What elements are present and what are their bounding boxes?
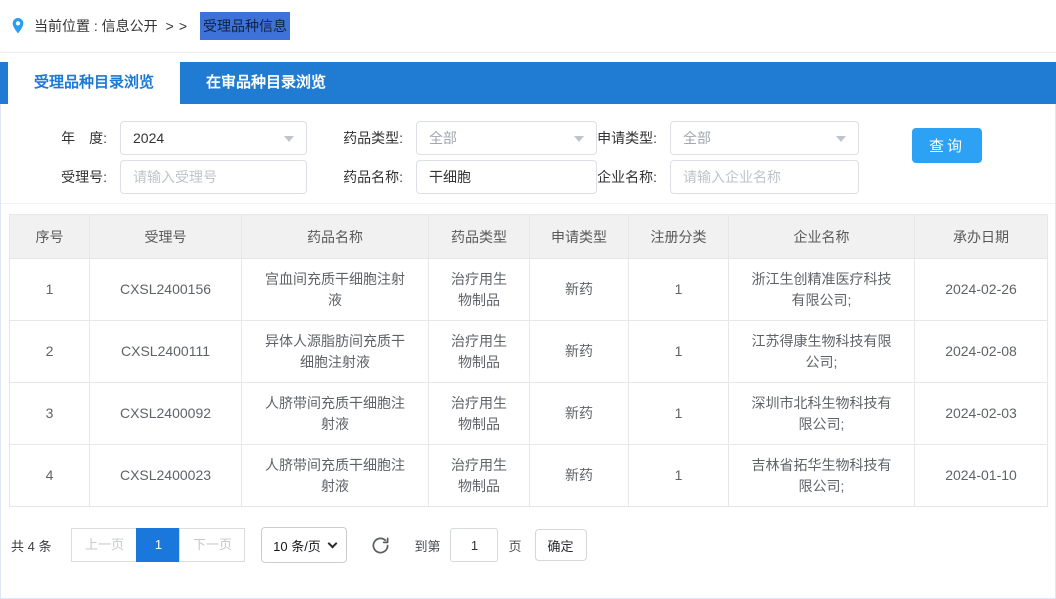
goto-page-label: 到第 — [414, 536, 440, 555]
apply-type-select-value: 全部 — [683, 128, 711, 148]
table-cell: 治疗用生物制品 — [429, 321, 530, 383]
year-select-value: 2024 — [133, 130, 164, 146]
table-header-cell: 受理号 — [90, 215, 242, 259]
page-size-select[interactable]: 10 条/页 — [261, 527, 347, 563]
table-cell: 1 — [629, 383, 729, 445]
breadcrumb-separator: >> — [166, 18, 192, 34]
table-cell: 1 — [10, 259, 90, 321]
page-size-value: 10 条/页 — [273, 536, 321, 555]
table-cell: 新药 — [530, 259, 629, 321]
table-body: 1CXSL2400156宫血间充质干细胞注射液治疗用生物制品新药1浙江生创精准医… — [10, 259, 1048, 507]
content-panel: 年 度: 2024 药品类型: 全部 申请类型: 全部 — [0, 104, 1056, 599]
table-row: 2CXSL2400111异体人源脂肪间充质干细胞注射液治疗用生物制品新药1江苏得… — [10, 321, 1048, 383]
table-cell: 3 — [10, 383, 90, 445]
table-header-row: 序号受理号药品名称药品类型申请类型注册分类企业名称承办日期 — [10, 215, 1048, 259]
table-cell: 2024-02-03 — [915, 383, 1048, 445]
table-cell: 治疗用生物制品 — [429, 383, 530, 445]
table-header-cell: 序号 — [10, 215, 90, 259]
table-header-cell: 申请类型 — [530, 215, 629, 259]
refresh-icon[interactable] — [371, 536, 390, 555]
table-cell: 1 — [629, 445, 729, 507]
goto-page-unit: 页 — [508, 536, 521, 555]
table-cell: 4 — [10, 445, 90, 507]
table-row: 4CXSL2400023人脐带间充质干细胞注射液治疗用生物制品新药1吉林省拓华生… — [10, 445, 1048, 507]
tab-under-review-catalog[interactable]: 在审品种目录浏览 — [180, 62, 352, 104]
chevron-down-icon — [574, 136, 584, 147]
table-cell: 江苏得康生物科技有限公司; — [729, 321, 915, 383]
total-count: 共 4 条 — [11, 536, 51, 555]
chevron-down-icon — [836, 136, 846, 147]
table-cell: CXSL2400156 — [90, 259, 242, 321]
year-label: 年 度: — [41, 128, 107, 148]
table-cell: 2024-02-26 — [915, 259, 1048, 321]
apply-type-select[interactable]: 全部 — [670, 121, 859, 155]
drug-type-select-value: 全部 — [429, 128, 457, 148]
table-row: 3CXSL2400092人脐带间充质干细胞注射液治疗用生物制品新药1深圳市北科生… — [10, 383, 1048, 445]
table-cell: 浙江生创精准医疗科技有限公司; — [729, 259, 915, 321]
chevron-down-icon — [327, 538, 337, 548]
table-cell: 2024-02-08 — [915, 321, 1048, 383]
table-cell: 吉林省拓华生物科技有限公司; — [729, 445, 915, 507]
accept-no-input[interactable] — [120, 160, 307, 194]
table-cell: 人脐带间充质干细胞注射液 — [242, 383, 429, 445]
page-number-button[interactable]: 1 — [136, 528, 180, 562]
table-cell: 新药 — [530, 445, 629, 507]
goto-page-input[interactable] — [450, 528, 498, 562]
confirm-button[interactable]: 确定 — [535, 529, 587, 561]
table-cell: 2 — [10, 321, 90, 383]
table-cell: 异体人源脂肪间充质干细胞注射液 — [242, 321, 429, 383]
drug-type-label: 药品类型: — [339, 128, 403, 148]
filter-panel: 年 度: 2024 药品类型: 全部 申请类型: 全部 — [1, 104, 1055, 204]
breadcrumb: 当前位置 : 信息公开 >> 受理品种信息 — [0, 0, 1056, 53]
table-cell: 新药 — [530, 383, 629, 445]
table-cell: 1 — [629, 321, 729, 383]
table-cell: CXSL2400111 — [90, 321, 242, 383]
breadcrumb-prefix: 当前位置 : — [34, 16, 98, 36]
next-page-button[interactable]: 下一页 — [179, 528, 245, 562]
table-cell: 治疗用生物制品 — [429, 259, 530, 321]
table-header-cell: 药品类型 — [429, 215, 530, 259]
prev-page-button[interactable]: 上一页 — [71, 528, 137, 562]
tab-bar: 受理品种目录浏览 在审品种目录浏览 — [0, 62, 1056, 104]
pagination-bar: 共 4 条 上一页 1 下一页 10 条/页 到第 页 确定 — [11, 527, 1055, 563]
drug-type-select[interactable]: 全部 — [416, 121, 597, 155]
breadcrumb-current: 受理品种信息 — [200, 12, 290, 40]
apply-type-label: 申请类型: — [593, 128, 657, 148]
drug-name-input[interactable] — [416, 160, 597, 194]
company-label: 企业名称: — [593, 167, 657, 187]
table-cell: 人脐带间充质干细胞注射液 — [242, 445, 429, 507]
chevron-down-icon — [284, 136, 294, 147]
table-header-cell: 承办日期 — [915, 215, 1048, 259]
table-header-cell: 药品名称 — [242, 215, 429, 259]
table-cell: CXSL2400092 — [90, 383, 242, 445]
search-button[interactable]: 查询 — [912, 128, 982, 163]
company-input[interactable] — [670, 160, 859, 194]
table-cell: 治疗用生物制品 — [429, 445, 530, 507]
table-cell: 1 — [629, 259, 729, 321]
breadcrumb-parent-link[interactable]: 信息公开 — [102, 16, 158, 36]
table-header-cell: 注册分类 — [629, 215, 729, 259]
accept-no-label: 受理号: — [41, 167, 107, 187]
table-cell: CXSL2400023 — [90, 445, 242, 507]
pager: 上一页 1 下一页 — [71, 528, 245, 562]
tab-accepted-catalog[interactable]: 受理品种目录浏览 — [8, 62, 180, 104]
table-cell: 深圳市北科生物科技有限公司; — [729, 383, 915, 445]
results-table: 序号受理号药品名称药品类型申请类型注册分类企业名称承办日期 1CXSL24001… — [9, 214, 1048, 507]
table-cell: 2024-01-10 — [915, 445, 1048, 507]
location-pin-icon — [10, 16, 26, 36]
table-header-cell: 企业名称 — [729, 215, 915, 259]
table-row: 1CXSL2400156宫血间充质干细胞注射液治疗用生物制品新药1浙江生创精准医… — [10, 259, 1048, 321]
table-cell: 新药 — [530, 321, 629, 383]
year-select[interactable]: 2024 — [120, 121, 307, 155]
table-cell: 宫血间充质干细胞注射液 — [242, 259, 429, 321]
page: 当前位置 : 信息公开 >> 受理品种信息 受理品种目录浏览 在审品种目录浏览 … — [0, 0, 1056, 599]
drug-name-label: 药品名称: — [339, 167, 403, 187]
table-header: 序号受理号药品名称药品类型申请类型注册分类企业名称承办日期 — [10, 215, 1048, 259]
